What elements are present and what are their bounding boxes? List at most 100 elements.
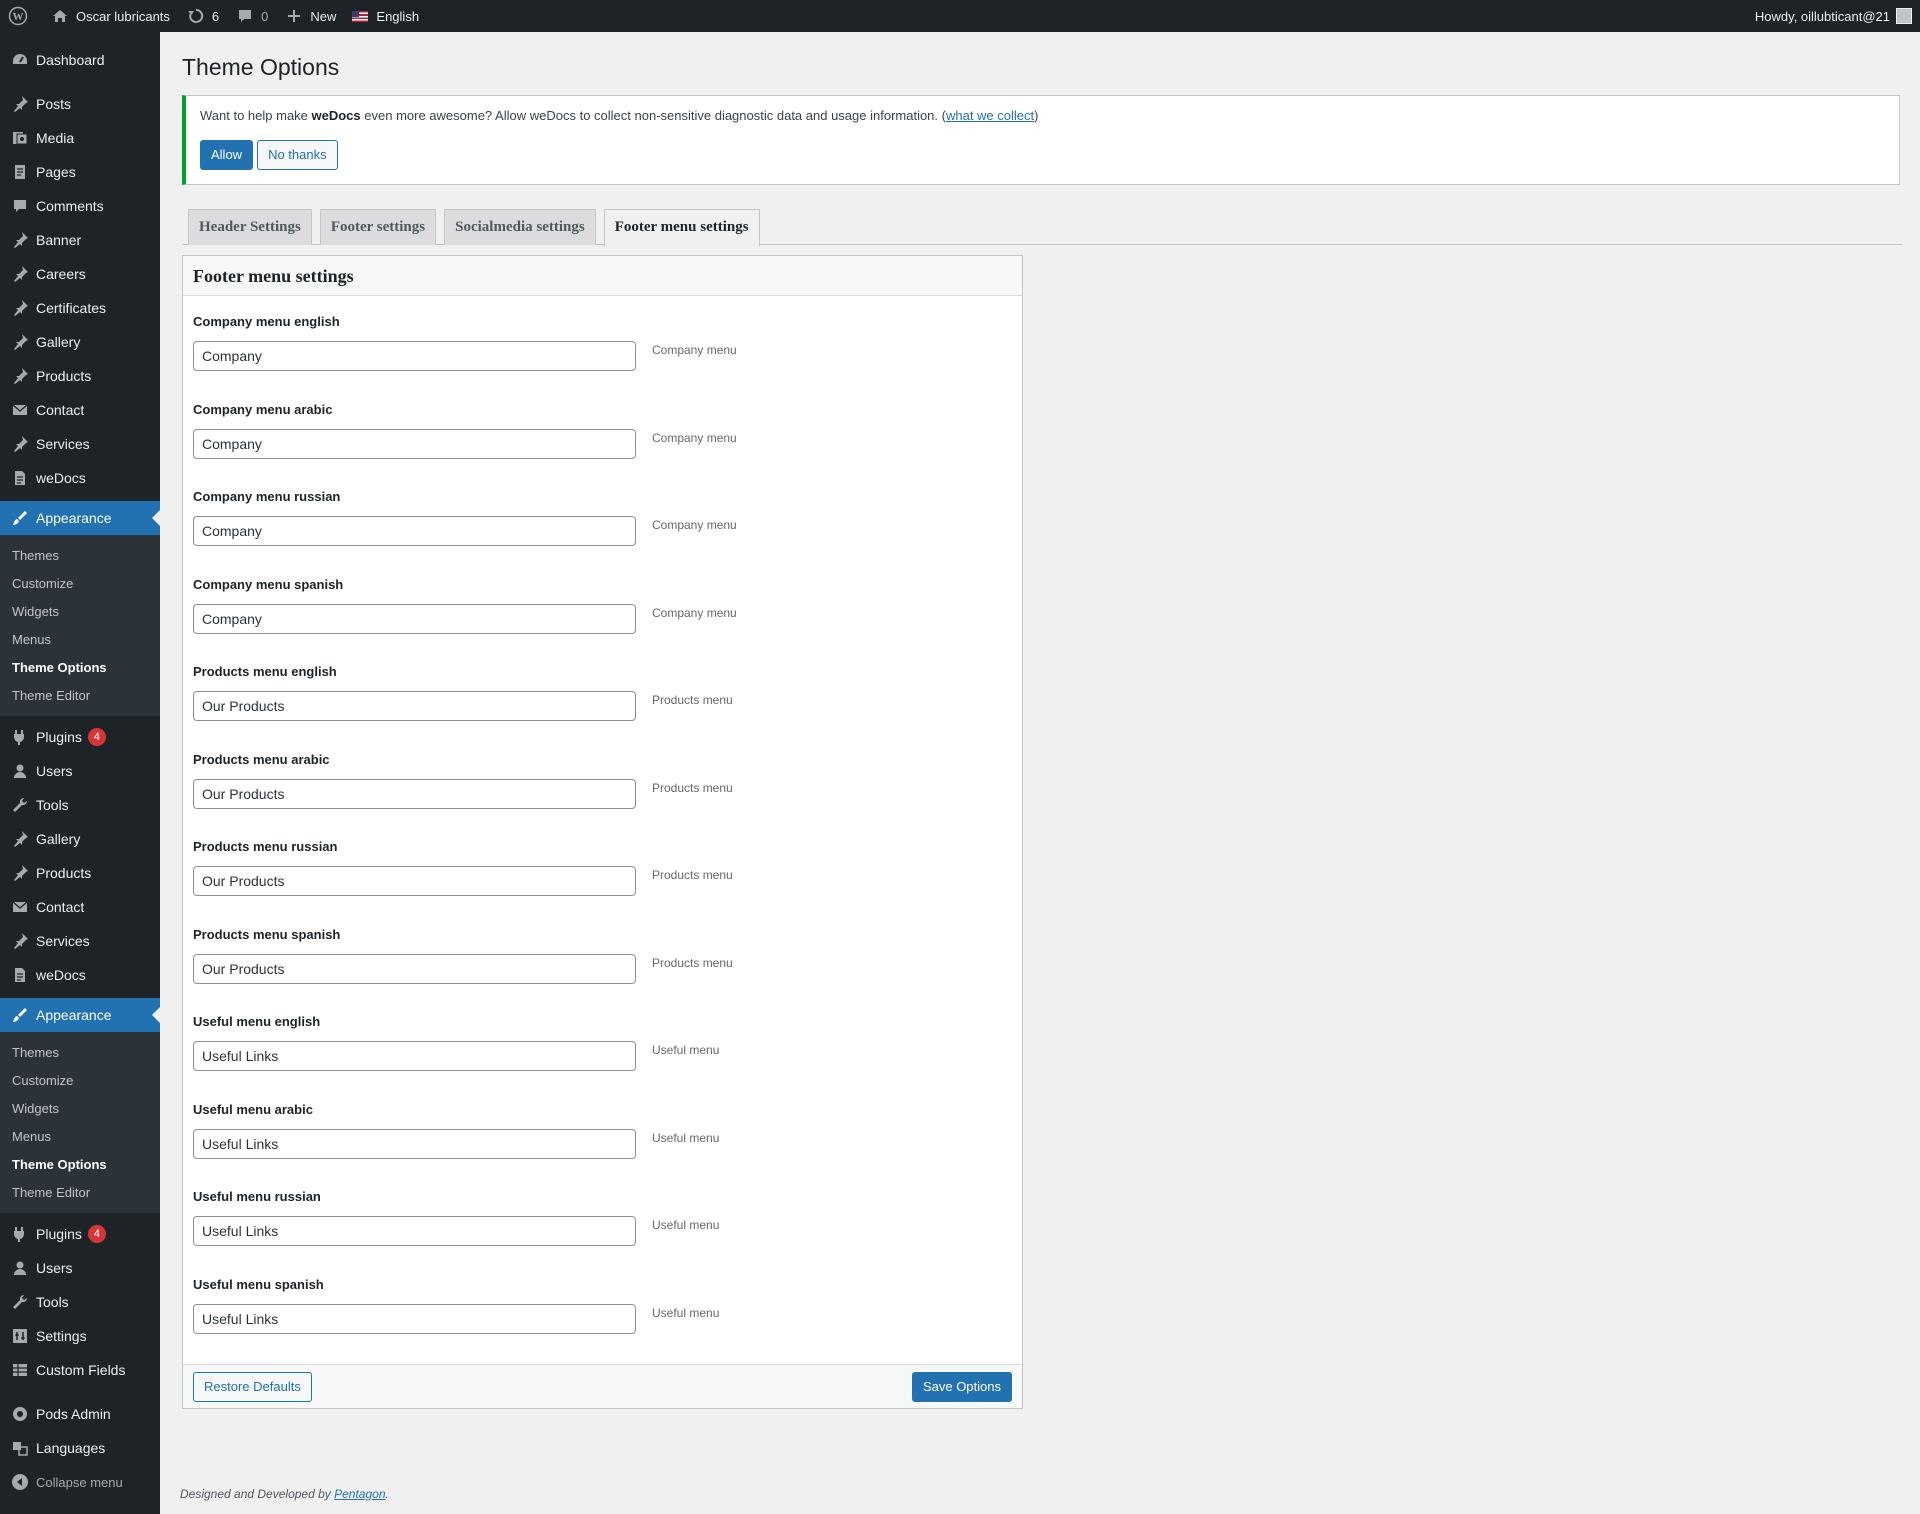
plugins-update-badge: 4 [87, 1225, 106, 1243]
useful-menu-russian-input[interactable] [193, 1216, 636, 1246]
sidebar-item-pods-admin[interactable]: Pods Admin [0, 1397, 160, 1431]
submenu-item-theme-editor[interactable]: Theme Editor [0, 1179, 160, 1207]
dashboard-icon [10, 50, 30, 70]
field-label: Useful menu english [193, 1014, 321, 1029]
language-switcher[interactable]: English [344, 0, 427, 32]
sidebar-item-settings[interactable]: Settings [0, 1319, 160, 1353]
pin-icon [10, 264, 30, 284]
field-description: Useful menu [652, 1218, 720, 1232]
sidebar-item-custom-fields[interactable]: Custom Fields [0, 1353, 160, 1387]
pentagon-link[interactable]: Pentagon [334, 1487, 385, 1501]
submenu-item-menus[interactable]: Menus [0, 1123, 160, 1151]
sidebar-item-label: Products [36, 368, 92, 384]
sidebar-item-languages[interactable]: Languages [0, 1431, 160, 1465]
sidebar-item-media[interactable]: Media [0, 121, 160, 155]
wedocs-tracking-notice: Want to help make weDocs even more aweso… [182, 95, 1900, 185]
submenu-item-widgets[interactable]: Widgets [0, 1095, 160, 1123]
language-label: English [376, 8, 420, 24]
allow-button[interactable]: Allow [200, 140, 254, 170]
submenu-item-theme-options[interactable]: Theme Options [0, 654, 160, 682]
wordpress-icon: W [8, 6, 28, 26]
sidebar-item-dashboard[interactable]: Dashboard [0, 43, 160, 77]
wordpress-logo[interactable]: W [0, 0, 42, 32]
user-icon [10, 761, 30, 781]
field-company-menu-arabic: Company menu arabic Company menu [193, 398, 1012, 486]
tab-header-settings[interactable]: Header Settings [188, 209, 312, 245]
field-description: Company menu [652, 518, 737, 532]
products-menu-russian-input[interactable] [193, 866, 636, 896]
tab-footer-menu-settings[interactable]: Footer menu settings [603, 209, 760, 246]
company-menu-english-input[interactable] [193, 341, 636, 371]
field-useful-menu-spanish: Useful menu spanish Useful menu [193, 1273, 1012, 1361]
collapse-menu-button[interactable]: Collapse menu [0, 1465, 160, 1499]
submenu-item-customize[interactable]: Customize [0, 1067, 160, 1095]
submenu-item-widgets[interactable]: Widgets [0, 598, 160, 626]
products-menu-spanish-input[interactable] [193, 953, 636, 984]
account-menu[interactable]: Howdy, oillubticant@21 [1747, 0, 1920, 32]
tab-footer-settings[interactable]: Footer settings [319, 209, 437, 245]
sidebar-item-services[interactable]: Services [0, 427, 160, 461]
useful-menu-english-input[interactable] [193, 1041, 636, 1071]
notice-text-before: Want to help make [200, 108, 312, 123]
tab-socialmedia-settings[interactable]: Socialmedia settings [444, 209, 596, 245]
submenu-item-themes[interactable]: Themes [0, 1039, 160, 1067]
sidebar-item-plugins-2[interactable]: Plugins 4 [0, 1217, 160, 1251]
sidebar-item-comments[interactable]: Comments [0, 189, 160, 223]
sidebar-item-pages[interactable]: Pages [0, 155, 160, 189]
comments-link[interactable]: 0 [227, 0, 276, 32]
sidebar-item-wedocs[interactable]: weDocs [0, 958, 160, 992]
field-label: Products menu arabic [193, 751, 330, 767]
sidebar-item-contact[interactable]: Contact [0, 393, 160, 427]
products-menu-arabic-input[interactable] [193, 778, 636, 809]
products-menu-english-input[interactable] [193, 691, 636, 721]
field-description: Products menu [652, 868, 733, 882]
useful-menu-arabic-input[interactable] [193, 1128, 636, 1159]
submenu-item-menus[interactable]: Menus [0, 626, 160, 654]
submenu-item-customize[interactable]: Customize [0, 570, 160, 598]
company-menu-russian-input[interactable] [193, 516, 636, 546]
pin-icon [10, 298, 30, 318]
updates-link[interactable]: 6 [178, 0, 227, 32]
company-menu-spanish-input[interactable] [193, 603, 636, 634]
footer-end: . [385, 1487, 389, 1501]
sidebar-item-certificates[interactable]: Certificates [0, 291, 160, 325]
sidebar-item-plugins[interactable]: Plugins 4 [0, 720, 160, 754]
new-content-link[interactable]: New [276, 0, 344, 32]
save-options-button[interactable]: Save Options [911, 1371, 1012, 1402]
no-thanks-button[interactable]: No thanks [257, 140, 338, 170]
what-we-collect-link[interactable]: what we collect [946, 108, 1034, 123]
submenu-item-theme-editor[interactable]: Theme Editor [0, 682, 160, 710]
sidebar-item-careers[interactable]: Careers [0, 257, 160, 291]
sidebar-item-appearance-2[interactable]: Appearance [0, 998, 160, 1032]
sidebar-item-products[interactable]: Products [0, 359, 160, 393]
settings-tabs: Header Settings Footer settings Socialme… [182, 209, 1902, 246]
submenu-item-theme-options[interactable]: Theme Options [0, 1151, 160, 1179]
sidebar-item-users[interactable]: Users [0, 754, 160, 788]
sidebar-item-posts[interactable]: Posts [0, 87, 160, 121]
field-description: Company menu [652, 605, 737, 620]
sidebar-item-tools[interactable]: Tools [0, 1285, 160, 1319]
pin-icon [10, 863, 30, 883]
sidebar-item-gallery[interactable]: Gallery [0, 822, 160, 856]
sidebar-item-wedocs[interactable]: weDocs [0, 461, 160, 495]
sidebar-item-banner[interactable]: Banner [0, 223, 160, 257]
sidebar-item-products[interactable]: Products [0, 856, 160, 890]
site-name: Oscar lubricants [76, 8, 170, 24]
useful-menu-spanish-input[interactable] [193, 1303, 636, 1334]
sidebar-item-services[interactable]: Services [0, 924, 160, 958]
sidebar-item-label: Products [36, 865, 92, 881]
sidebar-item-appearance[interactable]: Appearance [0, 501, 160, 535]
company-menu-arabic-input[interactable] [193, 428, 636, 459]
sidebar-item-gallery[interactable]: Gallery [0, 325, 160, 359]
sidebar-item-contact[interactable]: Contact [0, 890, 160, 924]
pin-icon [10, 434, 30, 454]
field-label: Company menu spanish [193, 576, 344, 592]
plugins-update-badge: 4 [87, 728, 106, 746]
sidebar-item-users[interactable]: Users [0, 1251, 160, 1285]
mail-icon [10, 400, 30, 420]
doc-icon [10, 468, 30, 488]
sidebar-item-tools[interactable]: Tools [0, 788, 160, 822]
submenu-item-themes[interactable]: Themes [0, 542, 160, 570]
site-name-link[interactable]: Oscar lubricants [42, 0, 178, 32]
restore-defaults-button[interactable]: Restore Defaults [193, 1371, 312, 1402]
